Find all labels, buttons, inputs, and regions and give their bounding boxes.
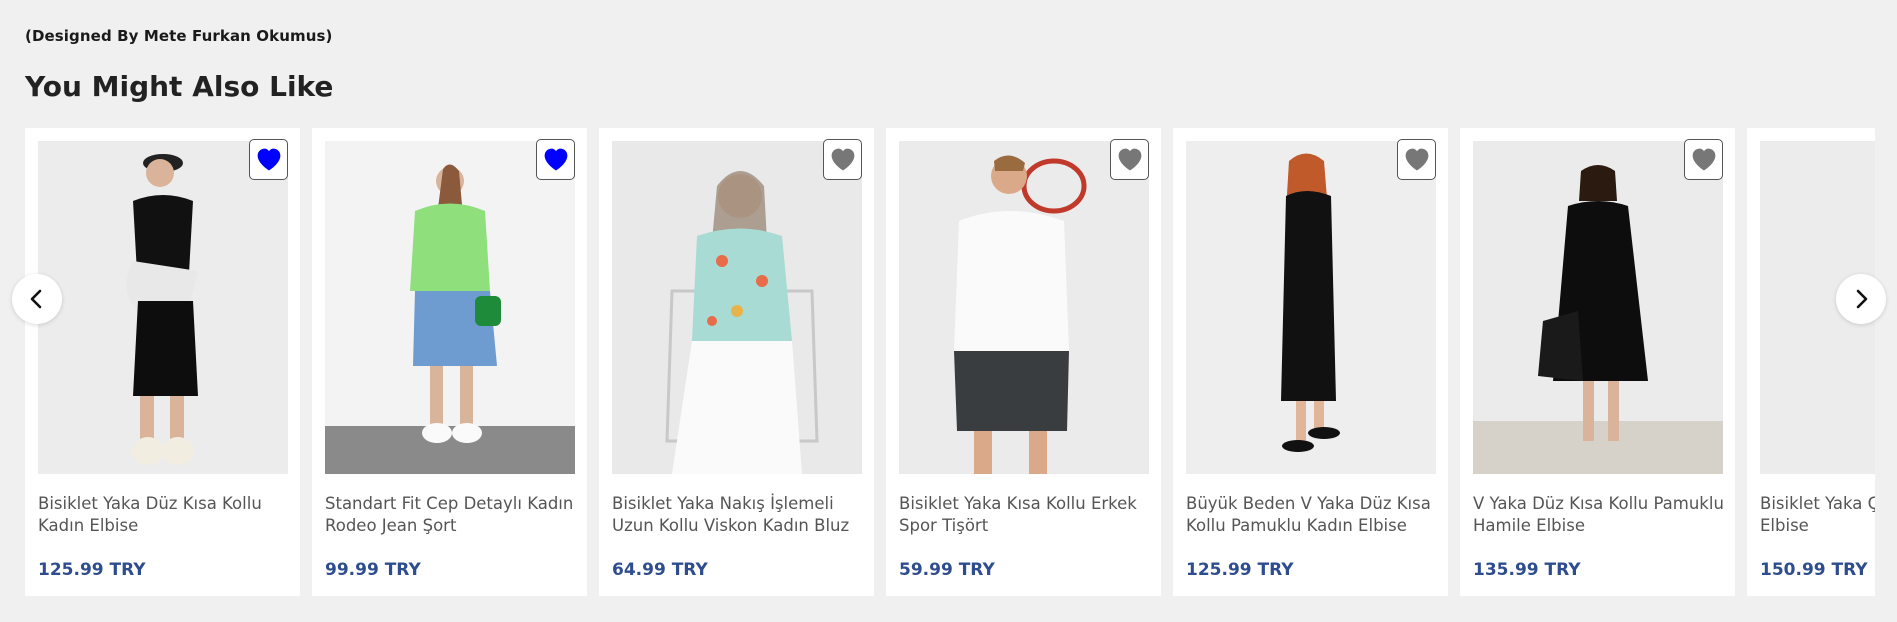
product-price: 59.99 TRY: [899, 560, 995, 580]
product-name[interactable]: Standart Fit Cep Detaylı Kadın Rodeo Jea…: [325, 493, 577, 537]
heart-icon: [544, 148, 567, 170]
section-title: You Might Also Like: [25, 70, 334, 103]
heart-icon: [1405, 148, 1428, 170]
product-price: 125.99 TRY: [1186, 560, 1294, 580]
heart-icon: [1692, 148, 1715, 170]
product-price: 150.99 TRY: [1760, 560, 1868, 580]
product-image[interactable]: [38, 141, 288, 474]
product-card[interactable]: Bisiklet Yaka Çizgili Kadın Elbise 150.9…: [1747, 128, 1875, 596]
product-image[interactable]: [325, 141, 575, 474]
favorite-button[interactable]: [1110, 139, 1149, 180]
product-image[interactable]: [899, 141, 1149, 474]
carousel-next-button[interactable]: [1836, 274, 1886, 324]
favorite-button[interactable]: [823, 139, 862, 180]
designer-credit: (Designed By Mete Furkan Okumus): [25, 27, 333, 45]
product-card[interactable]: Bisiklet Yaka Nakış İşlemeli Uzun Kollu …: [599, 128, 874, 596]
product-card[interactable]: Büyük Beden V Yaka Düz Kısa Kollu Pamukl…: [1173, 128, 1448, 596]
product-carousel: Bisiklet Yaka Düz Kısa Kollu Kadın Elbis…: [25, 128, 1875, 596]
product-card[interactable]: Bisiklet Yaka Kısa Kollu Erkek Spor Tişö…: [886, 128, 1161, 596]
product-card[interactable]: Bisiklet Yaka Düz Kısa Kollu Kadın Elbis…: [25, 128, 300, 596]
product-name[interactable]: Bisiklet Yaka Nakış İşlemeli Uzun Kollu …: [612, 493, 864, 537]
favorite-button[interactable]: [1397, 139, 1436, 180]
product-name[interactable]: V Yaka Düz Kısa Kollu Pamuklu Hamile Elb…: [1473, 493, 1725, 537]
product-name[interactable]: Bisiklet Yaka Çizgili Kadın Elbise: [1760, 493, 1875, 537]
product-image[interactable]: [1473, 141, 1723, 474]
carousel-track: Bisiklet Yaka Düz Kısa Kollu Kadın Elbis…: [25, 128, 1875, 596]
product-image[interactable]: [1186, 141, 1436, 474]
heart-icon: [257, 148, 280, 170]
chevron-left-icon: [30, 289, 42, 309]
favorite-button[interactable]: [536, 139, 575, 180]
favorite-button[interactable]: [249, 139, 288, 180]
heart-icon: [831, 148, 854, 170]
product-card[interactable]: V Yaka Düz Kısa Kollu Pamuklu Hamile Elb…: [1460, 128, 1735, 596]
carousel-prev-button[interactable]: [12, 274, 62, 324]
product-name[interactable]: Bisiklet Yaka Düz Kısa Kollu Kadın Elbis…: [38, 493, 290, 537]
product-price: 135.99 TRY: [1473, 560, 1581, 580]
product-price: 64.99 TRY: [612, 560, 708, 580]
chevron-right-icon: [1856, 289, 1868, 309]
product-price: 99.99 TRY: [325, 560, 421, 580]
product-image[interactable]: [612, 141, 862, 474]
heart-icon: [1118, 148, 1141, 170]
product-name[interactable]: Büyük Beden V Yaka Düz Kısa Kollu Pamukl…: [1186, 493, 1438, 537]
product-card[interactable]: Standart Fit Cep Detaylı Kadın Rodeo Jea…: [312, 128, 587, 596]
favorite-button[interactable]: [1684, 139, 1723, 180]
product-price: 125.99 TRY: [38, 560, 146, 580]
product-name[interactable]: Bisiklet Yaka Kısa Kollu Erkek Spor Tişö…: [899, 493, 1151, 537]
